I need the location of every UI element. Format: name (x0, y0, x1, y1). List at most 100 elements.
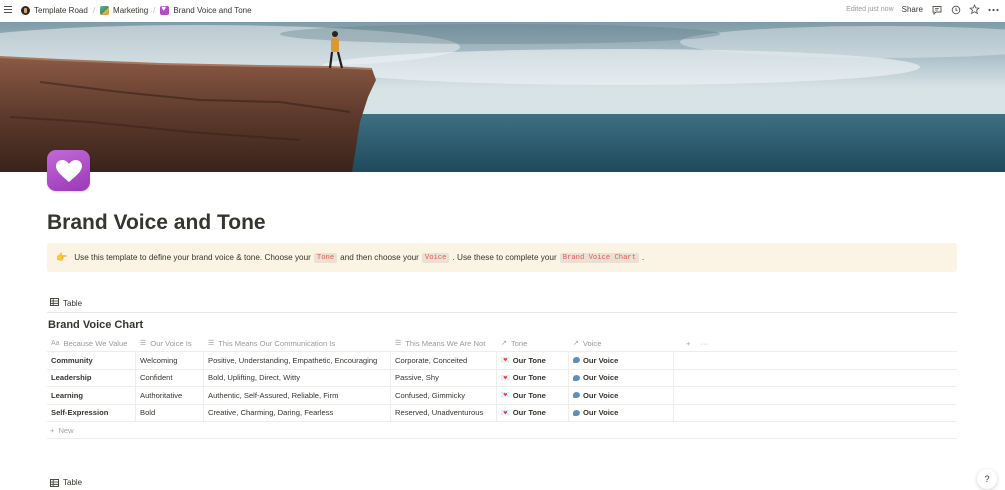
inline-code-voice: Voice (421, 252, 450, 263)
callout-block[interactable]: 👉 Use this template to define your brand… (47, 243, 957, 272)
favorite-star-icon[interactable] (969, 4, 980, 15)
callout-text: . (642, 253, 645, 262)
second-table-view-tab[interactable]: Table (50, 478, 82, 487)
database-title[interactable]: Brand Voice Chart (48, 319, 143, 331)
speech-bubble-icon (573, 409, 580, 416)
table-icon (50, 478, 59, 487)
cell-voice-relation[interactable]: Our Voice (569, 387, 674, 404)
heart-icon: 💌 (501, 374, 510, 382)
heart-icon: 💌 (501, 409, 510, 417)
relation-label: Our Tone (512, 355, 546, 365)
cell-voice[interactable]: Bold (136, 404, 204, 421)
sidebar-menu-icon[interactable] (4, 6, 12, 13)
breadcrumb: Template Road / Marketing / Brand Voice … (21, 4, 252, 16)
breadcrumb-item-template-road[interactable]: Template Road (21, 5, 88, 15)
cell-tone-relation[interactable]: 💌 Our Tone (497, 352, 569, 369)
cell-not[interactable]: Passive, Shy (391, 369, 497, 386)
column-label: This Means We Are Not (405, 338, 486, 348)
title-property-icon: Aa (51, 339, 60, 347)
column-header-we-are-not[interactable]: ☰ This Means We Are Not (391, 335, 497, 351)
breadcrumb-item-marketing[interactable]: Marketing (100, 5, 149, 15)
breadcrumb-label: Brand Voice and Tone (173, 5, 252, 15)
cell-voice-relation[interactable]: Our Voice (569, 404, 674, 421)
cell-means[interactable]: Authentic, Self-Assured, Reliable, Firm (204, 387, 391, 404)
cell-value[interactable]: Self-Expression (47, 404, 136, 421)
breadcrumb-item-current-page[interactable]: Brand Voice and Tone (160, 4, 252, 15)
cell-means[interactable]: Bold, Uplifting, Direct, Witty (204, 369, 391, 386)
column-header-our-voice-is[interactable]: ☰ Our Voice Is (136, 335, 204, 351)
relation-label: Our Voice (583, 408, 619, 418)
speech-bubble-icon (573, 357, 580, 364)
cell-voice[interactable]: Authoritative (136, 387, 204, 404)
cell-means[interactable]: Creative, Charming, Daring, Fearless (204, 404, 391, 421)
table-view-tab[interactable]: Table (47, 294, 86, 313)
table-row[interactable]: Self-Expression Bold Creative, Charming,… (47, 404, 957, 422)
marketing-icon (100, 5, 110, 15)
column-header-tone[interactable]: ↗ Tone (497, 335, 569, 351)
relation-arrow-icon: ↗ (573, 340, 579, 347)
template-road-icon (21, 5, 30, 15)
breadcrumb-label: Marketing (113, 5, 149, 15)
breadcrumb-separator: / (92, 5, 96, 15)
relation-arrow-icon: ↗ (501, 340, 507, 347)
plus-icon: + (50, 425, 55, 435)
share-button[interactable]: Share (902, 5, 923, 14)
history-clock-icon[interactable] (950, 4, 961, 15)
comment-icon[interactable] (931, 4, 942, 15)
cell-tone-relation[interactable]: 💌 Our Tone (497, 387, 569, 404)
table-header-row: Aa Because We Value ☰ Our Voice Is ☰ Thi… (47, 335, 957, 352)
cell-tone-relation[interactable]: 💌 Our Tone (497, 404, 569, 421)
table-row[interactable]: Community Welcoming Positive, Understand… (47, 352, 957, 370)
cell-value[interactable]: Leadership (47, 369, 136, 386)
edited-status: Edited just now (846, 6, 894, 13)
purple-heart-icon (160, 4, 170, 15)
brand-voice-table: Aa Because We Value ☰ Our Voice Is ☰ Thi… (47, 335, 957, 439)
cell-value[interactable]: Community (47, 352, 136, 369)
top-bar: Template Road / Marketing / Brand Voice … (0, 0, 1005, 20)
relation-label: Our Voice (583, 373, 619, 383)
table-row[interactable]: Learning Authoritative Authentic, Self-A… (47, 387, 957, 405)
cell-means[interactable]: Positive, Understanding, Empathetic, Enc… (204, 352, 391, 369)
inline-code-tone: Tone (313, 252, 338, 263)
page-title[interactable]: Brand Voice and Tone (47, 211, 266, 235)
page-heart-icon[interactable] (47, 150, 90, 191)
table-icon (50, 298, 59, 308)
column-label: This Means Our Communication Is (218, 338, 336, 348)
cell-voice-relation[interactable]: Our Voice (569, 369, 674, 386)
view-tab-label: Table (63, 478, 83, 487)
column-label: Voice (582, 338, 602, 348)
cover-image[interactable] (0, 22, 1005, 172)
text-property-icon: ☰ (208, 340, 215, 347)
cell-voice-relation[interactable]: Our Voice (569, 352, 674, 369)
view-divider (47, 312, 957, 313)
cell-empty (674, 387, 957, 404)
text-property-icon: ☰ (395, 340, 402, 347)
cell-value[interactable]: Learning (47, 387, 136, 404)
cell-voice[interactable]: Confident (136, 369, 204, 386)
column-header-communication[interactable]: ☰ This Means Our Communication Is (204, 335, 391, 351)
heart-icon: 💌 (501, 357, 510, 365)
cell-tone-relation[interactable]: 💌 Our Tone (497, 369, 569, 386)
breadcrumb-separator: / (153, 5, 156, 15)
column-label: Because We Value (63, 338, 128, 348)
relation-label: Our Tone (512, 408, 546, 418)
relation-label: Our Voice (583, 390, 619, 400)
callout-text: and then choose your (340, 253, 419, 262)
add-property-icon[interactable]: + (686, 339, 690, 348)
cell-voice[interactable]: Welcoming (136, 352, 204, 369)
column-header-actions: + ··· (674, 335, 957, 351)
add-new-row-button[interactable]: + New (47, 422, 957, 439)
column-label: Tone (510, 338, 528, 348)
column-header-because-we-value[interactable]: Aa Because We Value (47, 335, 136, 351)
cell-not[interactable]: Corporate, Conceited (391, 352, 497, 369)
relation-label: Our Tone (512, 373, 546, 383)
table-row[interactable]: Leadership Confident Bold, Uplifting, Di… (47, 369, 957, 387)
more-options-icon[interactable] (988, 4, 999, 15)
more-properties-icon[interactable]: ··· (700, 339, 708, 348)
speech-bubble-icon (573, 392, 580, 399)
text-property-icon: ☰ (140, 340, 147, 347)
cell-not[interactable]: Reserved, Unadventurous (391, 404, 497, 421)
help-button[interactable]: ? (977, 469, 997, 489)
cell-not[interactable]: Confused, Gimmicky (391, 387, 497, 404)
column-header-voice[interactable]: ↗ Voice (569, 335, 674, 351)
